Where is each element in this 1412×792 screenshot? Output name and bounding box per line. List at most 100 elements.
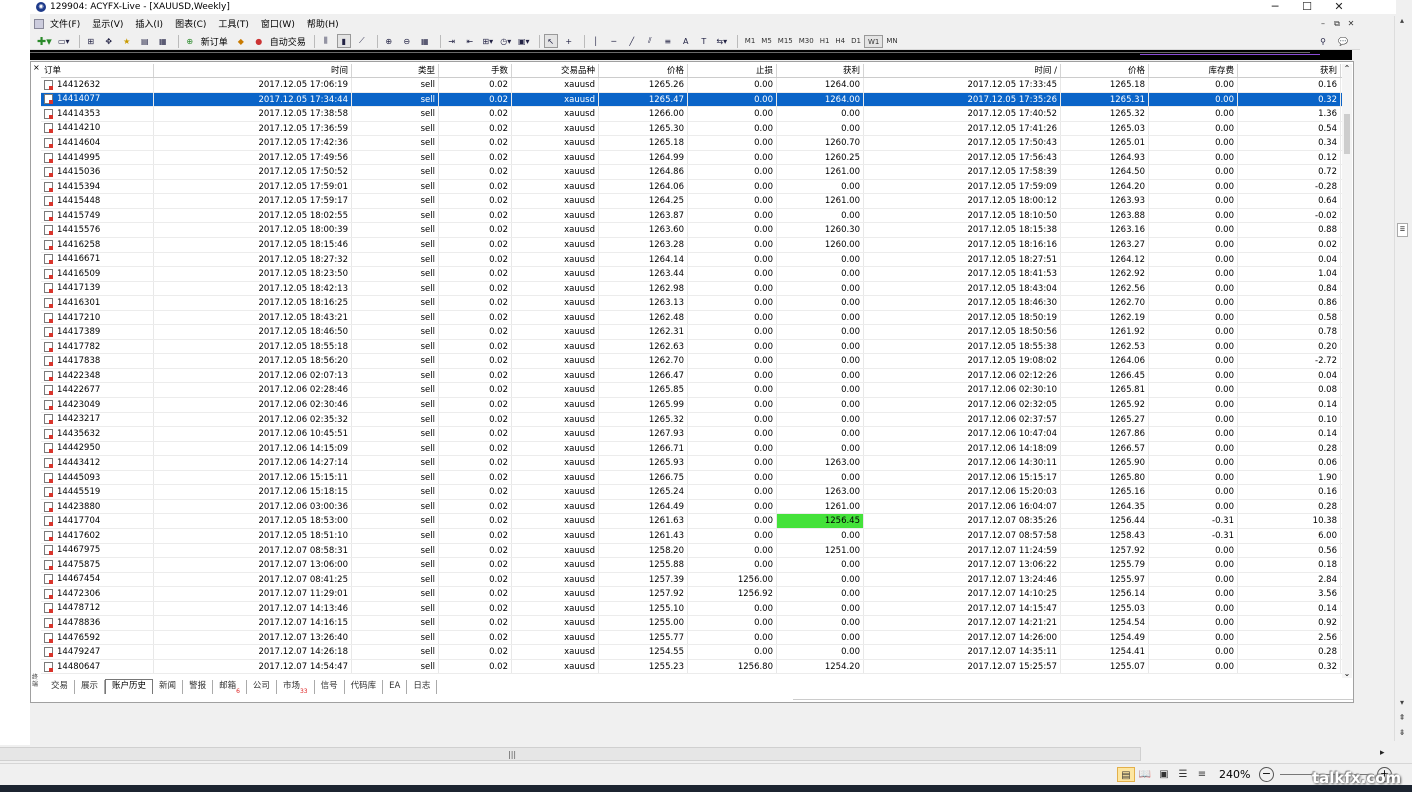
timeframe-w1[interactable]: W1 (863, 34, 884, 48)
terminal-tab[interactable]: 代码库 (345, 680, 384, 694)
profiles-icon[interactable]: ▭▾ (57, 34, 71, 48)
vertical-line-icon[interactable]: │ (589, 34, 603, 48)
tester-icon[interactable]: ▦ (156, 34, 170, 48)
tile-windows-icon[interactable]: ▦ (418, 34, 432, 48)
table-row[interactable]: 14478836 2017.12.07 14:16:15 sell 0.02 xauus… (41, 616, 1342, 631)
table-row[interactable]: 14415576 2017.12.05 18:00:39 sell 0.02 xauus… (41, 223, 1342, 239)
table-row[interactable]: 14476592 2017.12.07 13:26:40 sell 0.02 xauus… (41, 630, 1342, 646)
table-row[interactable]: 14422677 2017.12.06 02:28:46 sell 0.02 xauus… (41, 383, 1342, 399)
zoom-level[interactable]: 240% (1219, 767, 1250, 782)
indicators-icon[interactable]: ⊞▾ (481, 34, 495, 48)
column-header[interactable]: 订单 (41, 64, 154, 77)
window-scrollbar[interactable]: ▴ ☰ ▾ ⇞ ⇟ (1394, 16, 1408, 741)
cursor-icon[interactable]: ↖ (543, 34, 558, 48)
templates-icon[interactable]: ▣▾ (517, 34, 531, 48)
timeframe-h1[interactable]: H1 (817, 35, 833, 48)
terminal-tab[interactable]: 公司 (247, 680, 277, 694)
horizontal-scroll-thumb[interactable] (0, 747, 1141, 761)
table-row[interactable]: 14478712 2017.12.07 14:13:46 sell 0.02 xauus… (41, 601, 1342, 617)
auto-trading-icon[interactable]: ● (252, 34, 266, 48)
table-row[interactable]: 14442950 2017.12.06 14:15:09 sell 0.02 xauus… (41, 441, 1342, 457)
metaeditor-icon[interactable]: ◆ (234, 34, 248, 48)
print-layout-icon[interactable]: ▤ (1117, 767, 1135, 782)
scroll-up-icon[interactable]: ⌃ (1342, 64, 1352, 73)
terminal-icon[interactable]: ▤ (138, 34, 152, 48)
favorites-icon[interactable]: ★ (120, 34, 134, 48)
table-row[interactable]: 14423049 2017.12.06 02:30:46 sell 0.02 xauus… (41, 398, 1342, 413)
table-row[interactable]: 14423880 2017.12.06 03:00:36 sell 0.02 xauus… (41, 499, 1342, 515)
column-header[interactable]: 库存费 (1149, 64, 1238, 77)
column-header[interactable]: 价格 (1061, 64, 1149, 77)
table-row[interactable]: 14417139 2017.12.05 18:42:13 sell 0.02 xauus… (41, 281, 1342, 297)
table-row[interactable]: 14422348 2017.12.06 02:07:13 sell 0.02 xauus… (41, 368, 1342, 384)
menu-insert[interactable]: 插入(I) (135, 17, 163, 30)
zoom-out-button[interactable]: − (1259, 767, 1274, 782)
table-row[interactable]: 14443412 2017.12.06 14:27:14 sell 0.02 xauus… (41, 456, 1342, 471)
terminal-tab[interactable]: 新闻 (153, 680, 184, 694)
window-scroll-up-icon[interactable]: ▴ (1395, 16, 1409, 25)
table-row[interactable]: 14417602 2017.12.05 18:51:10 sell 0.02 xauus… (41, 528, 1342, 544)
column-header[interactable]: 获利 (1238, 64, 1341, 77)
web-layout-icon[interactable]: ▣ (1155, 767, 1173, 782)
column-header[interactable]: 时间 (154, 64, 352, 77)
search-icon[interactable]: ⚲ (1316, 34, 1330, 48)
menu-tools[interactable]: 工具(T) (218, 17, 249, 30)
chart-shift-icon[interactable]: ⇤ (463, 34, 477, 48)
terminal-tab[interactable]: 警报 (183, 680, 214, 694)
table-row[interactable]: 14415749 2017.12.05 18:02:55 sell 0.02 xauus… (41, 208, 1342, 224)
arrows-icon[interactable]: ⇆▾ (715, 34, 729, 48)
table-row[interactable]: 14415394 2017.12.05 17:59:01 sell 0.02 xauus… (41, 179, 1342, 195)
timeframe-m30[interactable]: M30 (796, 35, 817, 48)
table-row[interactable]: 14417704 2017.12.05 18:53:00 sell 0.02 xauus… (41, 514, 1342, 529)
table-row[interactable]: 14480647 2017.12.07 14:54:47 sell 0.02 xauus… (41, 659, 1342, 675)
terminal-close-button[interactable]: × (33, 63, 40, 72)
table-row[interactable]: 14416301 2017.12.05 18:16:25 sell 0.02 xauus… (41, 296, 1342, 311)
table-row[interactable]: 14415036 2017.12.05 17:50:52 sell 0.02 xauus… (41, 165, 1342, 180)
page-down-icon[interactable]: ⇟ (1395, 728, 1409, 737)
split-view-icon[interactable]: ☰ (1397, 223, 1408, 237)
horizontal-line-icon[interactable]: ─ (607, 34, 621, 48)
menu-help[interactable]: 帮助(H) (307, 17, 339, 30)
terminal-tab[interactable]: 信号 (315, 680, 345, 694)
autoscroll-icon[interactable]: ⇥ (445, 34, 459, 48)
table-row[interactable]: 14445093 2017.12.06 15:15:11 sell 0.02 xauus… (41, 470, 1342, 486)
column-header[interactable]: 交易品种 (512, 64, 599, 77)
terminal-tab[interactable]: 展示 (75, 680, 106, 694)
table-row[interactable]: 14416509 2017.12.05 18:23:50 sell 0.02 xauus… (41, 267, 1342, 282)
menu-window[interactable]: 窗口(W) (261, 17, 295, 30)
mdi-minimize-button[interactable]: – (1316, 16, 1330, 31)
reading-view-icon[interactable]: 📖 (1136, 767, 1154, 782)
column-header[interactable]: 类型 (352, 64, 439, 77)
maximize-button[interactable]: ☐ (1291, 0, 1323, 14)
outline-view-icon[interactable]: ☰ (1174, 767, 1192, 782)
window-scroll-down-icon[interactable]: ▾ (1395, 698, 1409, 707)
table-row[interactable]: 14479247 2017.12.07 14:26:18 sell 0.02 xauus… (41, 645, 1342, 660)
horizontal-scrollbar[interactable]: ||| ▸ (0, 746, 1392, 763)
chat-icon[interactable]: 💬 (1336, 34, 1350, 48)
table-row[interactable]: 14414604 2017.12.05 17:42:36 sell 0.02 xauus… (41, 136, 1342, 151)
channel-icon[interactable]: ⫽ (643, 34, 657, 48)
minimize-button[interactable]: ─ (1259, 0, 1291, 14)
table-row[interactable]: 14414353 2017.12.05 17:38:58 sell 0.02 xauus… (41, 107, 1342, 122)
bar-chart-icon[interactable]: ⫼ (319, 34, 333, 48)
table-scrollbar[interactable]: ⌃ ⌄ (1342, 64, 1352, 678)
page-up-icon[interactable]: ⇞ (1395, 713, 1409, 722)
menu-file[interactable]: 文件(F) (50, 17, 80, 30)
new-order-icon[interactable]: ⊕ (183, 34, 197, 48)
mdi-close-button[interactable]: ✕ (1344, 16, 1358, 31)
timeframe-m5[interactable]: M5 (758, 35, 775, 48)
table-row[interactable]: 14475875 2017.12.07 13:06:00 sell 0.02 xauus… (41, 558, 1342, 573)
column-header[interactable]: 止损 (688, 64, 777, 77)
table-row[interactable]: 14414210 2017.12.05 17:36:59 sell 0.02 xauus… (41, 121, 1342, 137)
chart-area[interactable] (30, 50, 1352, 60)
timeframe-m15[interactable]: M15 (775, 35, 796, 48)
timeframe-m1[interactable]: M1 (742, 35, 759, 48)
close-window-button[interactable]: ✕ (1323, 0, 1355, 14)
table-row[interactable]: 14412632 2017.12.05 17:06:19 sell 0.02 xauus… (41, 78, 1342, 93)
table-row[interactable]: 14416671 2017.12.05 18:27:32 sell 0.02 xauus… (41, 252, 1342, 268)
trendline-icon[interactable]: ╱ (625, 34, 639, 48)
line-chart-icon[interactable]: ⟋ (355, 34, 369, 48)
table-row[interactable]: 14435632 2017.12.06 10:45:51 sell 0.02 xauus… (41, 427, 1342, 442)
terminal-tab[interactable]: 交易 (45, 680, 76, 694)
table-row[interactable]: 14417389 2017.12.05 18:46:50 sell 0.02 xauus… (41, 325, 1342, 340)
